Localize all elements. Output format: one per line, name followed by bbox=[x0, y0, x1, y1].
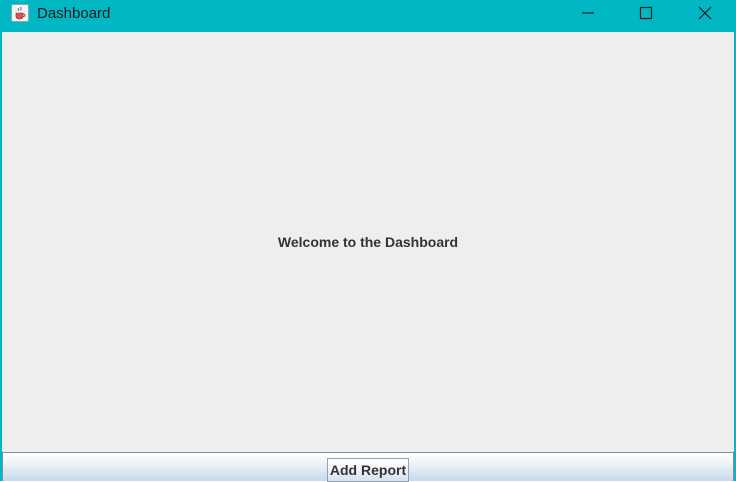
close-icon bbox=[698, 6, 712, 20]
add-report-button[interactable]: Add Report bbox=[327, 458, 409, 482]
title-bar[interactable]: Dashboard bbox=[0, 0, 736, 31]
minimize-icon bbox=[582, 12, 594, 14]
maximize-icon bbox=[639, 6, 653, 20]
maximize-button[interactable] bbox=[617, 0, 675, 28]
dashboard-window: Dashboard Welcome to the Dashboard Add R… bbox=[0, 0, 736, 482]
main-panel: Welcome to the Dashboard bbox=[2, 32, 734, 452]
close-button[interactable] bbox=[676, 0, 734, 28]
window-title: Dashboard bbox=[37, 5, 111, 22]
minimize-button[interactable] bbox=[559, 0, 617, 28]
welcome-label: Welcome to the Dashboard bbox=[277, 234, 459, 250]
bottom-panel: Add Report bbox=[2, 452, 734, 482]
java-cup-icon[interactable] bbox=[11, 4, 29, 22]
